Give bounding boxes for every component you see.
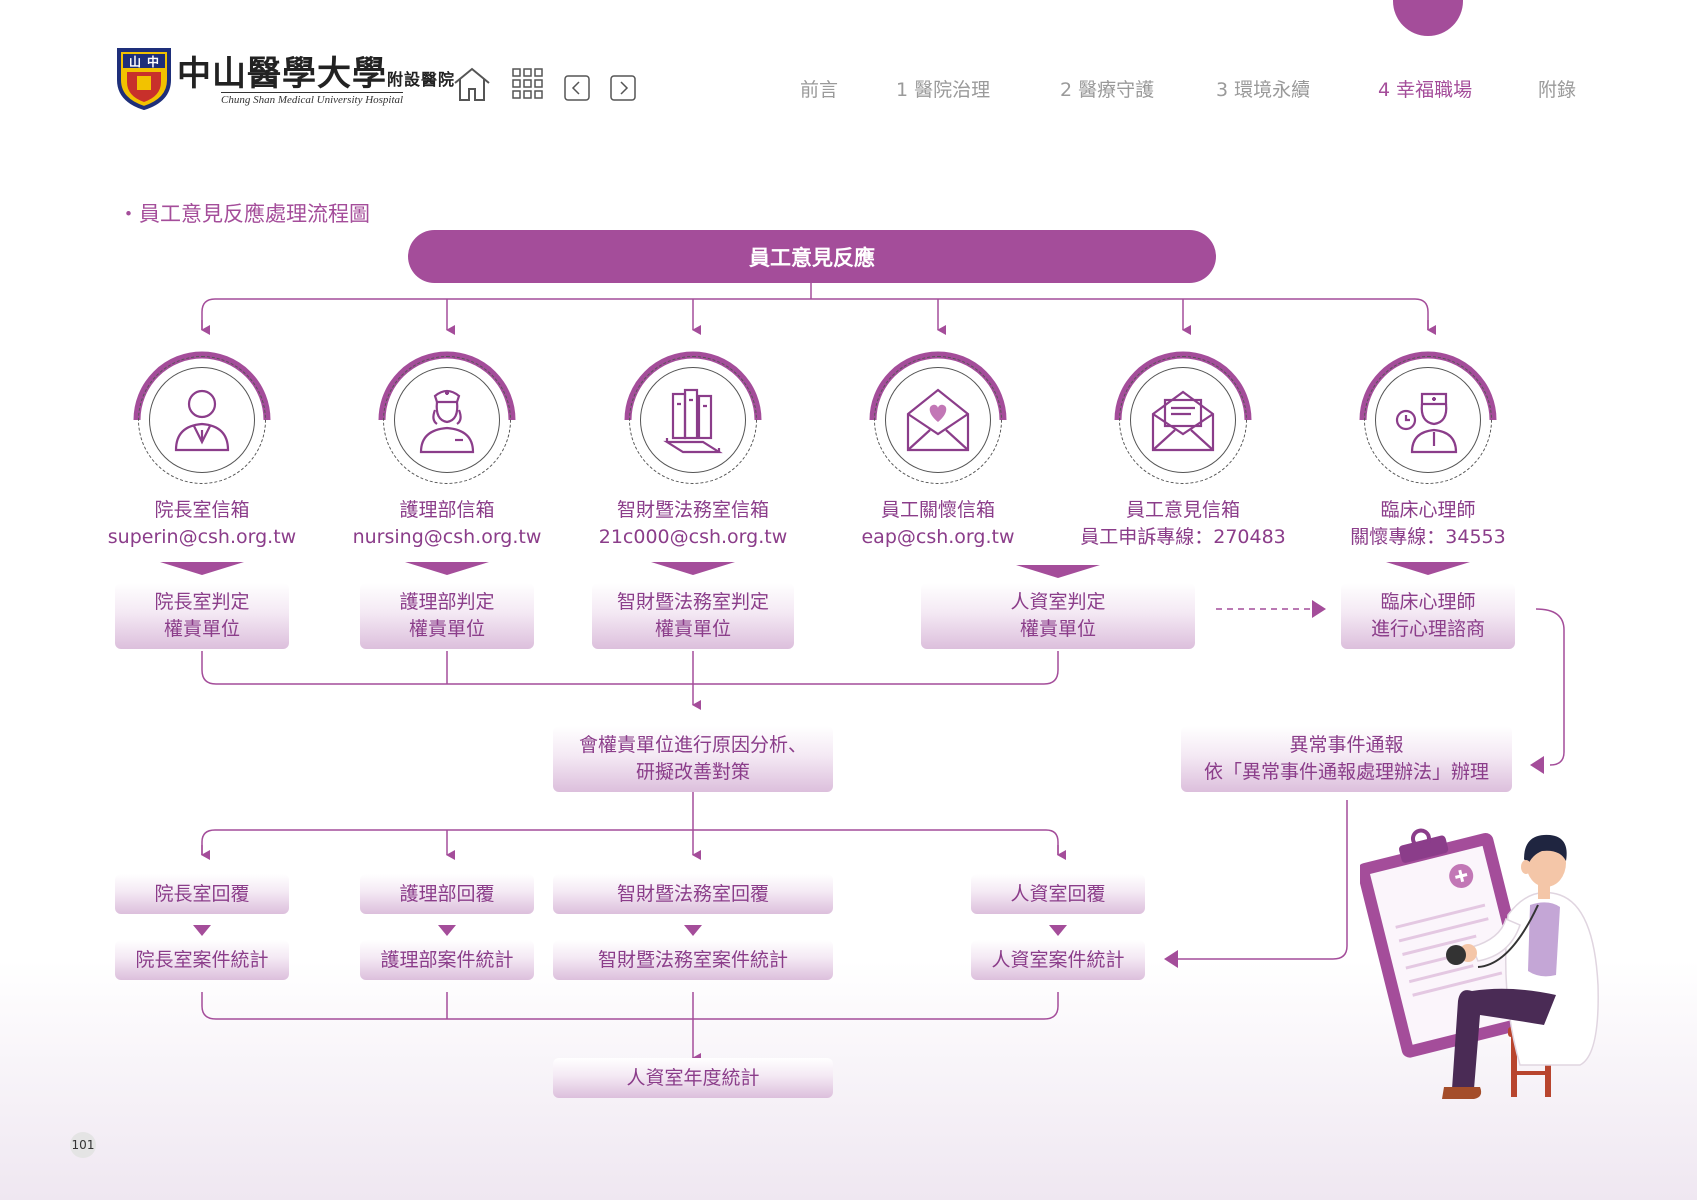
channel-name: 員工意見信箱 — [1125, 499, 1240, 521]
channel-name: 智財暨法務室信箱 — [616, 499, 769, 521]
abnormal-line-2: 依「異常事件通報處理辦法」辦理 — [1203, 761, 1489, 783]
judge-line-1: 護理部判定 — [399, 591, 495, 613]
channel-label-care: 員工關懷信箱 eap@csh.org.tw — [808, 497, 1068, 551]
judge-line-2: 進行心理諮商 — [1370, 618, 1485, 640]
doctor-clipboard-illustration — [1360, 828, 1599, 1099]
channel-name: 護理部信箱 — [399, 499, 495, 521]
judge-line-2: 權責單位 — [163, 618, 240, 640]
open-mail-icon — [1151, 390, 1215, 452]
judge-box-director: 院長室判定 權責單位 — [115, 583, 289, 649]
channel-circle-psychologist — [1358, 350, 1498, 490]
channel-contact[interactable]: 21c000@csh.org.tw — [563, 524, 823, 551]
channel-name: 院長室信箱 — [154, 499, 250, 521]
stats-box-hr: 人資室案件統計 — [971, 940, 1145, 980]
judge-box-psychologist: 臨床心理師進行心理諮商 — [1341, 583, 1515, 649]
reply-box-hr: 人資室回覆 — [971, 874, 1145, 914]
channel-name: 員工關懷信箱 — [880, 499, 995, 521]
channel-contact: 關懷專線：34553 — [1350, 526, 1506, 548]
page-number: 101 — [70, 1132, 96, 1158]
judge-line-1: 院長室判定 — [154, 591, 250, 613]
channel-label-nursing: 護理部信箱 nursing@csh.org.tw — [317, 497, 577, 551]
director-icon — [174, 389, 230, 452]
judge-box-nursing: 護理部判定 權責單位 — [360, 583, 534, 649]
stats-box-legal: 智財暨法務室案件統計 — [553, 940, 833, 980]
top-node-feedback: 員工意見反應 — [408, 230, 1216, 283]
channel-label-opinion: 員工意見信箱員工申訴專線：270483 — [1053, 497, 1313, 551]
reply-box-nursing: 護理部回覆 — [360, 874, 534, 914]
abnormal-line-1: 異常事件通報 — [1289, 734, 1404, 756]
channel-contact[interactable]: superin@csh.org.tw — [72, 524, 332, 551]
nurse-icon — [419, 389, 475, 454]
judge-line-2: 權責單位 — [654, 618, 731, 640]
judge-line-2: 權責單位 — [408, 618, 485, 640]
channel-label-director: 院長室信箱 superin@csh.org.tw — [72, 497, 332, 551]
channel-contact[interactable]: nursing@csh.org.tw — [317, 524, 577, 551]
channel-label-psychologist: 臨床心理師關懷專線：34553 — [1298, 497, 1558, 551]
law-books-icon — [663, 388, 723, 454]
reply-box-legal: 智財暨法務室回覆 — [553, 874, 833, 914]
judge-line-1: 智財暨法務室判定 — [616, 591, 769, 613]
channel-circle-director — [132, 350, 272, 490]
analysis-box: 會權責單位進行原因分析、 研擬改善對策 — [553, 726, 833, 792]
judge-line-2: 權責單位 — [1019, 618, 1096, 640]
channel-circle-legal — [623, 350, 763, 490]
psychologist-icon — [1395, 392, 1458, 454]
final-box-annual-stats: 人資室年度統計 — [553, 1058, 833, 1098]
judge-box-legal: 智財暨法務室判定 權責單位 — [592, 583, 794, 649]
analysis-line-1: 會權責單位進行原因分析、 — [578, 734, 807, 756]
channel-contact: 員工申訴專線：270483 — [1080, 526, 1286, 548]
stats-box-nursing: 護理部案件統計 — [360, 940, 534, 980]
heart-mail-icon — [906, 388, 970, 452]
analysis-line-2: 研擬改善對策 — [635, 761, 750, 783]
judge-line-1: 臨床心理師 — [1380, 591, 1476, 613]
abnormal-event-box: 異常事件通報依「異常事件通報處理辦法」辦理 — [1181, 726, 1512, 792]
channel-circle-nursing — [377, 350, 517, 490]
stats-box-director: 院長室案件統計 — [115, 940, 289, 980]
channel-name: 臨床心理師 — [1380, 499, 1476, 521]
channel-circle-opinion — [1113, 350, 1253, 490]
judge-box-hr: 人資室判定 權責單位 — [921, 583, 1195, 649]
reply-box-director: 院長室回覆 — [115, 874, 289, 914]
channel-circle-care — [868, 350, 1008, 490]
judge-line-1: 人資室判定 — [1010, 591, 1106, 613]
channel-contact[interactable]: eap@csh.org.tw — [808, 524, 1068, 551]
channel-label-legal: 智財暨法務室信箱 21c000@csh.org.tw — [563, 497, 823, 551]
